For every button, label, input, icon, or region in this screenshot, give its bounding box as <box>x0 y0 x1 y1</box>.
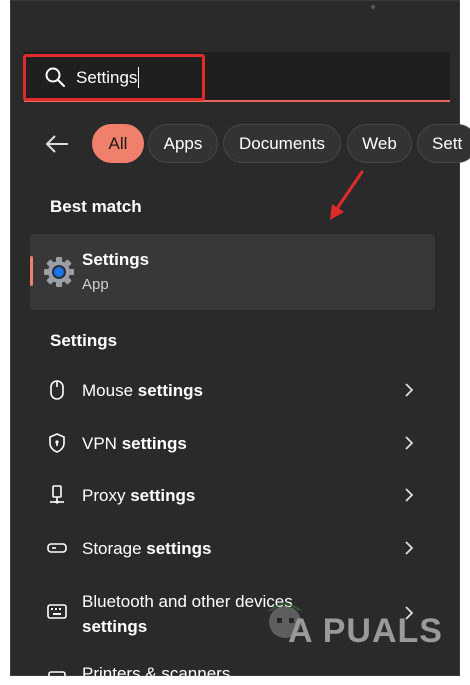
red-arrow-annotation <box>330 170 364 220</box>
filter-documents[interactable]: Documents <box>223 124 341 163</box>
text-caret <box>138 67 139 88</box>
filter-settings[interactable]: Sett <box>417 124 470 163</box>
result-label: Mouse settings <box>82 381 203 400</box>
best-match-result[interactable] <box>30 234 435 310</box>
result-label: Storage settings <box>82 539 212 558</box>
filter-web[interactable]: Web <box>347 124 412 163</box>
result-label-line2: settings <box>82 617 148 636</box>
top-dot <box>371 5 375 9</box>
result-label: Proxy settings <box>82 486 196 505</box>
best-match-name: Settings <box>82 250 150 269</box>
filter-apps[interactable]: Apps <box>148 124 218 163</box>
network-icon <box>50 485 64 504</box>
result-mouse-settings[interactable]: Mouse settings <box>30 367 435 415</box>
result-printers-settings[interactable]: Printers & scanners <box>30 660 435 676</box>
result-proxy-settings[interactable]: Proxy settings <box>30 472 435 520</box>
watermark-text: A PUALS <box>288 612 443 650</box>
best-match-type: App <box>82 276 109 293</box>
back-arrow-icon[interactable] <box>44 131 70 157</box>
chevron-right-icon <box>405 541 414 555</box>
best-match-heading: Best match <box>50 197 142 216</box>
filter-all[interactable]: All <box>92 124 144 163</box>
storage-icon <box>47 543 67 553</box>
result-storage-settings[interactable]: Storage settings <box>30 525 435 573</box>
printer-icon <box>48 671 66 676</box>
shield-icon <box>49 433 65 453</box>
search-icon <box>45 67 65 87</box>
result-vpn-settings[interactable]: VPN settings <box>30 420 435 468</box>
result-label: VPN settings <box>82 434 187 453</box>
mouse-icon <box>50 380 64 400</box>
selection-indicator <box>30 256 33 286</box>
chevron-right-icon <box>405 488 414 502</box>
chevron-right-icon <box>405 383 414 397</box>
settings-gear-icon <box>44 257 74 287</box>
settings-heading: Settings <box>50 331 118 350</box>
result-label: Printers & scanners <box>82 664 231 676</box>
search-input[interactable] <box>74 64 418 92</box>
chevron-right-icon <box>405 436 414 450</box>
keyboard-icon <box>47 604 67 619</box>
